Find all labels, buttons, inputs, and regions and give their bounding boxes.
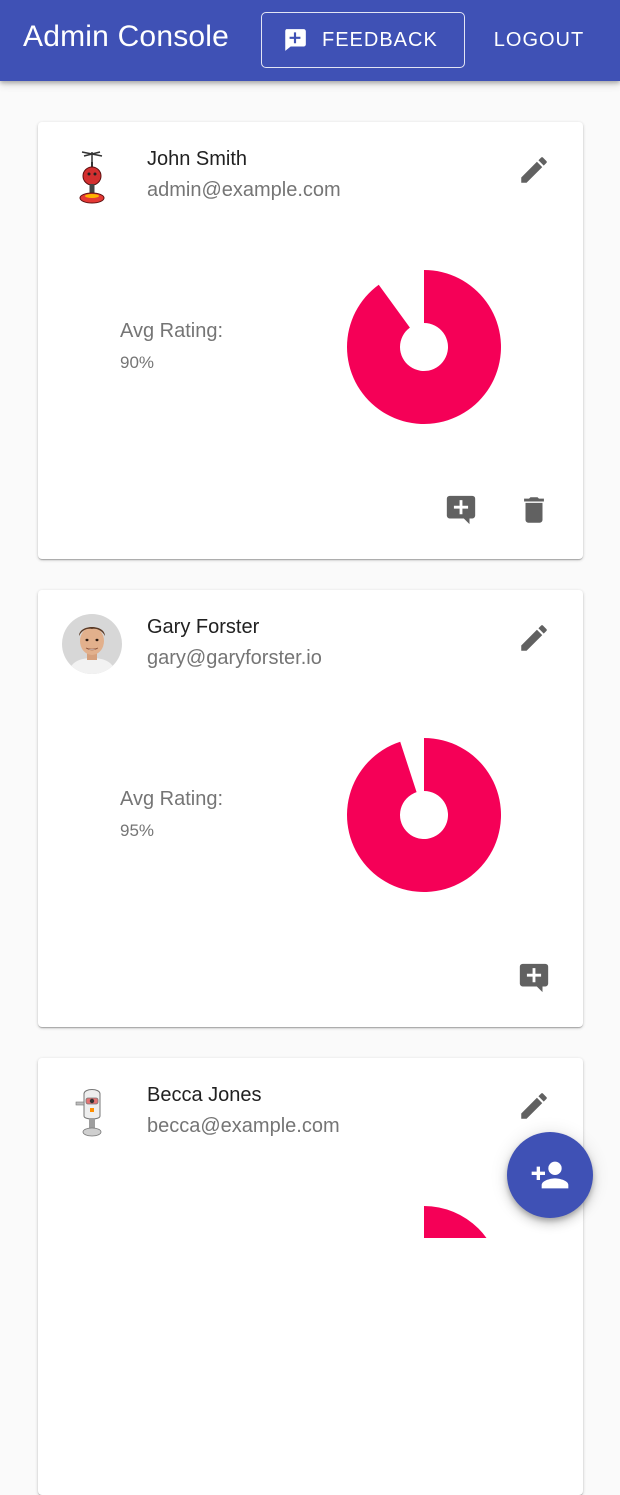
add-comment-icon — [446, 495, 476, 525]
user-name: Gary Forster — [147, 616, 260, 638]
rating-value: 95% — [120, 821, 155, 840]
rating-donut-chart — [347, 270, 501, 424]
user-email: gary@garyforster.io — [147, 647, 322, 669]
edit-icon — [521, 157, 547, 183]
rating-value: 90% — [120, 353, 155, 372]
app-title: Admin Console — [23, 20, 230, 53]
feedback-button[interactable]: FEEDBACK — [261, 12, 465, 68]
add-user-button[interactable] — [507, 1132, 593, 1218]
user-card: Becca Jones becca@example.com — [38, 1058, 583, 1495]
logout-button[interactable]: LOGOUT — [480, 12, 598, 68]
app-bar: Admin Console FEEDBACK LOGOUT — [0, 0, 620, 81]
edit-button[interactable] — [510, 146, 558, 194]
red-robot-avatar — [62, 146, 122, 206]
person-photo-avatar — [62, 614, 122, 674]
add-comment-icon — [519, 963, 549, 993]
user-email: becca@example.com — [147, 1115, 340, 1137]
rating-label: Avg Rating: — [120, 788, 224, 810]
rating-donut-fill — [347, 270, 501, 424]
rating-donut-chart — [347, 1206, 501, 1238]
add-comment-icon — [285, 29, 306, 51]
delete-icon — [524, 497, 544, 523]
user-name: John Smith — [147, 148, 248, 170]
white-robot-avatar — [62, 1082, 122, 1142]
user-card: Gary Forster gary@garyforster.io Avg Rat… — [38, 590, 583, 1027]
rating-donut-fill-partial — [424, 1206, 487, 1238]
feedback-button-label: FEEDBACK — [322, 28, 438, 51]
add-comment-button[interactable] — [437, 486, 485, 534]
edit-button[interactable] — [510, 614, 558, 662]
edit-icon — [521, 1093, 547, 1119]
edit-icon — [521, 625, 547, 651]
rating-label: Avg Rating: — [120, 320, 224, 342]
edit-button[interactable] — [510, 1082, 558, 1130]
add-comment-button[interactable] — [510, 954, 558, 1002]
rating-donut-fill — [347, 738, 501, 892]
rating-donut-chart — [347, 738, 501, 892]
user-email: admin@example.com — [147, 179, 341, 201]
user-name: Becca Jones — [147, 1084, 262, 1106]
person-add-icon — [531, 1161, 569, 1189]
delete-button[interactable] — [510, 486, 558, 534]
user-card: John Smith admin@example.com Avg Rating:… — [38, 122, 583, 559]
